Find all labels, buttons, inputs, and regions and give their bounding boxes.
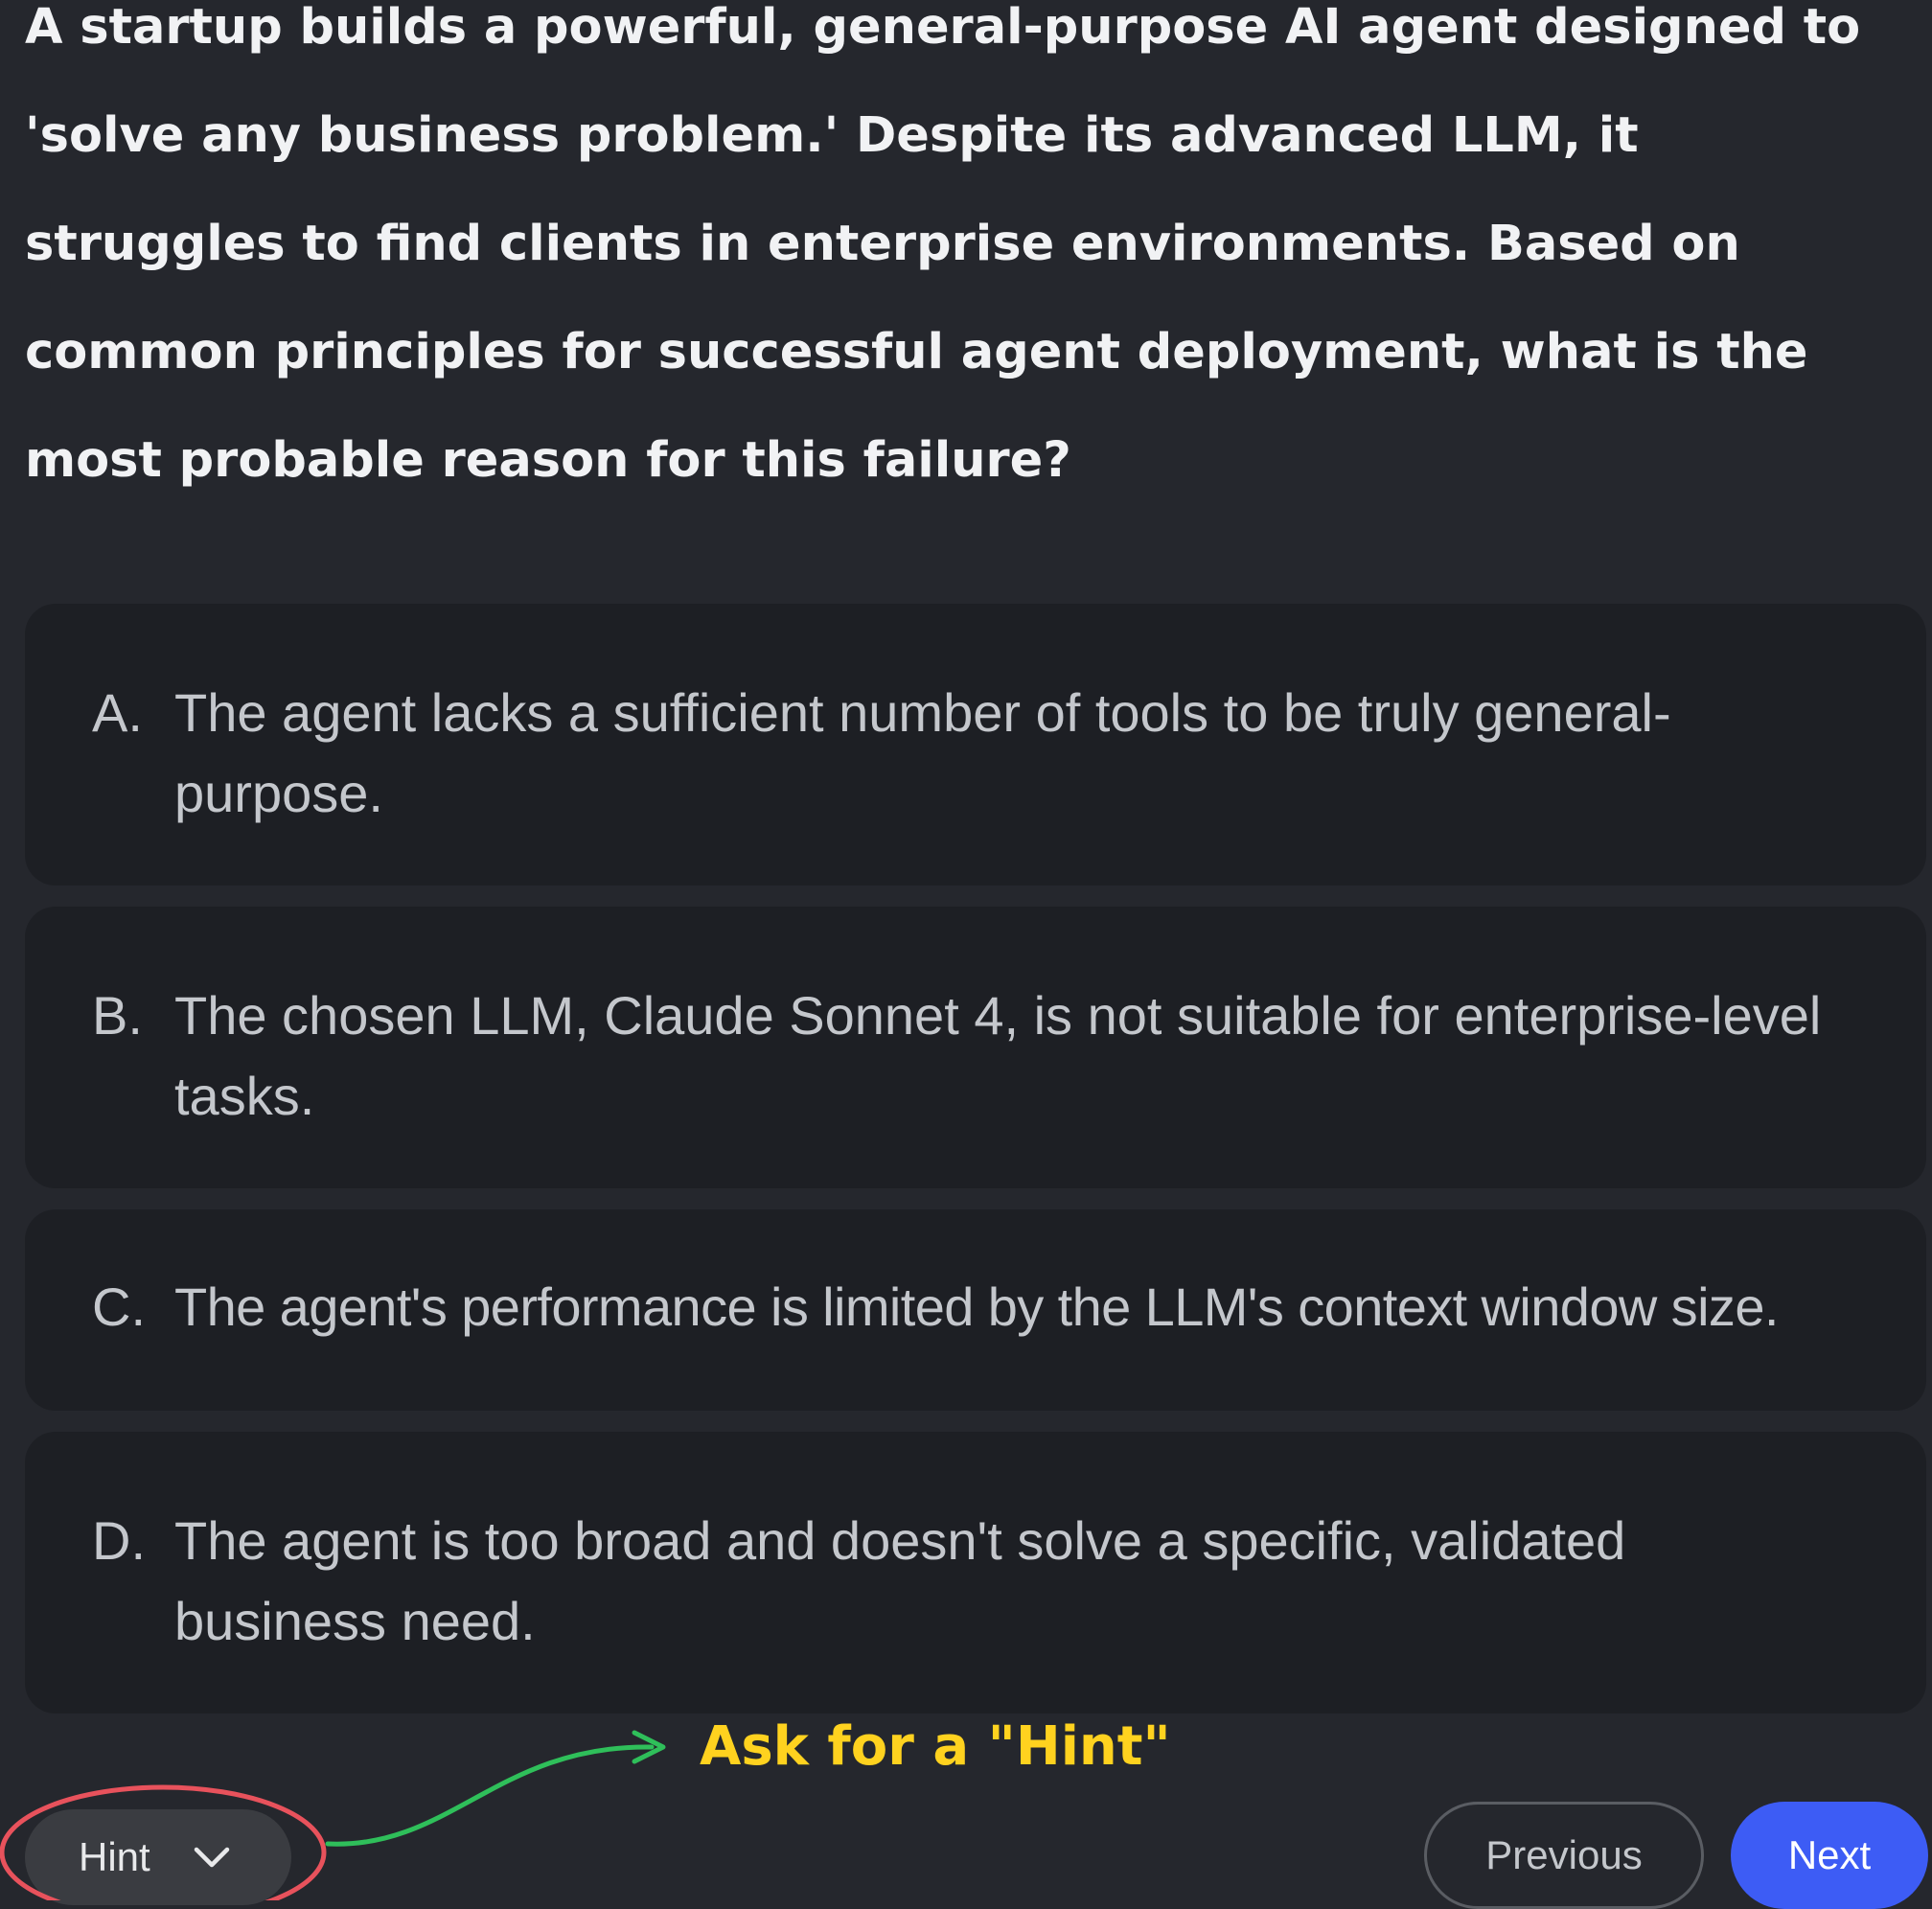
annotation-arrowhead	[632, 1730, 666, 1764]
option-text: The chosen LLM, Claude Sonnet 4, is not …	[174, 985, 1822, 1126]
option-letter: C.	[92, 1276, 146, 1337]
annotation-label: Ask for a "Hint"	[700, 1715, 1171, 1778]
hint-button[interactable]: Hint	[25, 1809, 291, 1905]
option-b[interactable]: B. The chosen LLM, Claude Sonnet 4, is n…	[25, 907, 1926, 1188]
question-text: A startup builds a powerful, general-pur…	[25, 0, 1861, 489]
option-letter: D.	[92, 1510, 146, 1571]
option-d[interactable]: D. The agent is too broad and doesn't so…	[25, 1432, 1926, 1714]
option-letter: B.	[92, 985, 143, 1046]
annotation-arrow	[325, 1744, 655, 1847]
previous-button[interactable]: Previous	[1424, 1802, 1704, 1909]
option-text: The agent's performance is limited by th…	[174, 1276, 1779, 1337]
next-button[interactable]: Next	[1731, 1802, 1928, 1909]
next-button-label: Next	[1787, 1832, 1872, 1877]
option-text: The agent lacks a sufficient number of t…	[174, 682, 1671, 823]
option-c[interactable]: C. The agent's performance is limited by…	[25, 1209, 1926, 1411]
option-text: The agent is too broad and doesn't solve…	[174, 1510, 1626, 1651]
option-letter: A.	[92, 682, 143, 743]
hint-button-label: Hint	[79, 1834, 150, 1879]
chevron-down-icon	[193, 1844, 231, 1871]
option-a[interactable]: A. The agent lacks a sufficient number o…	[25, 604, 1926, 886]
previous-button-label: Previous	[1485, 1832, 1643, 1877]
